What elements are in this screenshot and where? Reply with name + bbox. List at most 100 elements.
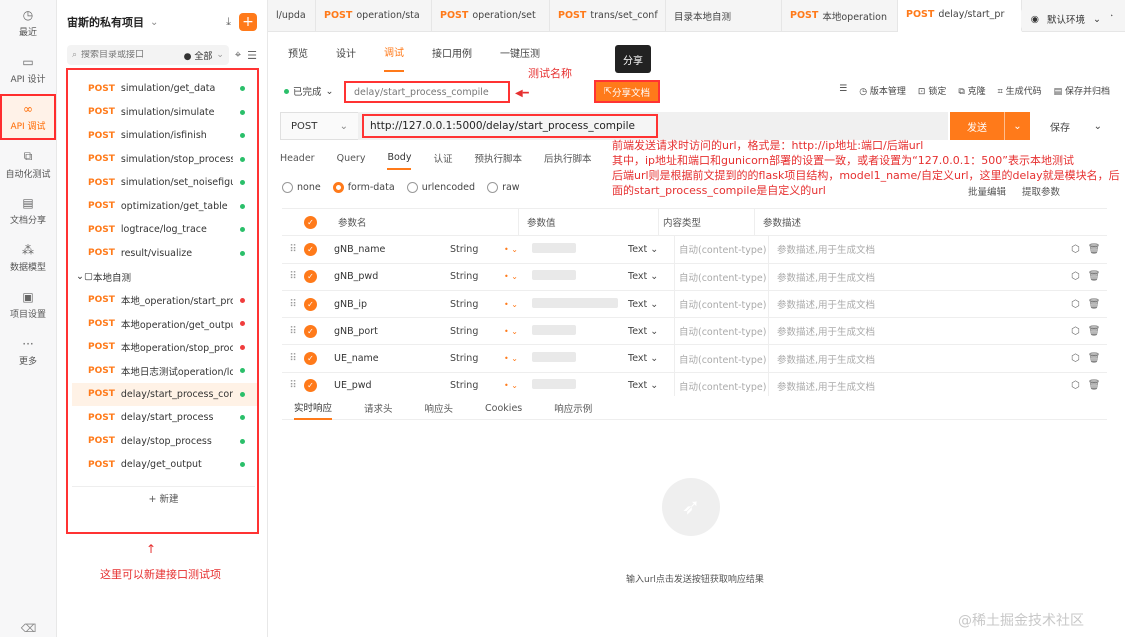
cube-icon[interactable]: ⬡ xyxy=(1071,299,1080,310)
import-icon[interactable]: ⤓ xyxy=(226,15,231,29)
type-chevron-icon[interactable]: • ⌄ xyxy=(504,245,532,254)
collapse-icon[interactable]: ☰ xyxy=(247,49,257,62)
content-type-input[interactable]: 自动(content-type) xyxy=(674,345,768,373)
save-button[interactable]: 保存 ⌄ xyxy=(1040,112,1112,140)
rail-item-folder[interactable]: ▣ 项目设置 xyxy=(0,282,56,328)
content-type-select[interactable]: Text ⌄ xyxy=(628,380,674,391)
cube-icon[interactable]: ⬡ xyxy=(1071,353,1080,364)
param-type[interactable]: String xyxy=(450,380,504,391)
content-type-input[interactable]: 自动(content-type) xyxy=(674,290,768,318)
cube-icon[interactable]: ⬡ xyxy=(1071,244,1080,255)
content-type-input[interactable]: 自动(content-type) xyxy=(674,317,768,345)
url-input[interactable]: http://127.0.0.1:5000/delay/start_proces… xyxy=(362,114,658,138)
subnav-tab-2[interactable]: 调试 xyxy=(384,32,404,72)
drag-handle-icon[interactable]: ⠿ xyxy=(282,271,304,282)
param-type[interactable]: String xyxy=(450,353,504,364)
list-item[interactable]: POST logtrace/log_trace xyxy=(72,218,257,242)
drag-handle-icon[interactable]: ⠿ xyxy=(282,353,304,364)
tool-history[interactable]: ◷ 版本管理 xyxy=(859,84,906,97)
content-type-select[interactable]: Text ⌄ xyxy=(628,326,674,337)
list-item[interactable]: POST simulation/stop_process xyxy=(72,148,257,172)
param-type[interactable]: String xyxy=(450,244,504,255)
rail-item-model[interactable]: ⁂ 数据模型 xyxy=(0,235,56,281)
tab-3[interactable]: POST trans/set_conf xyxy=(550,0,666,32)
delete-icon[interactable]: 🗑 xyxy=(1088,380,1101,391)
search-input[interactable] xyxy=(81,50,154,60)
response-tab-1[interactable]: 请求头 xyxy=(364,396,393,420)
content-type-input[interactable]: 自动(content-type) xyxy=(674,263,768,291)
method-select[interactable]: POST ⌄ xyxy=(280,112,358,140)
tool-lock[interactable]: ⊡ 锁定 xyxy=(918,84,946,97)
folder-item[interactable]: ⌄ ▢ 本地自测 xyxy=(72,265,257,289)
request-name-input[interactable]: delay/start_process_compile xyxy=(344,81,510,103)
list-item[interactable]: POST optimization/get_table xyxy=(72,195,257,219)
list-item[interactable]: POST delay/start_process_compile xyxy=(72,382,257,406)
rail-item-file[interactable]: ▭ API 设计 xyxy=(0,47,56,93)
status-select[interactable]: 已完成 ⌄ xyxy=(284,84,333,98)
list-item[interactable]: POST 本地operation/get_output xyxy=(72,312,257,336)
list-item[interactable]: POST simulation/isfinish xyxy=(72,124,257,148)
response-tab-0[interactable]: 实时响应 xyxy=(294,396,333,420)
align-icon[interactable]: ☰ xyxy=(839,84,847,97)
content-type-input[interactable]: 自动(content-type) xyxy=(674,235,768,263)
delete-icon[interactable]: 🗑 xyxy=(1088,244,1101,255)
tool-code[interactable]: ⌗ 生成代码 xyxy=(998,84,1042,97)
param-desc-input[interactable]: 参数描述,用于生成文档 xyxy=(768,345,1071,373)
row-checkbox[interactable]: ✓ xyxy=(304,242,317,256)
content-type-select[interactable]: Text ⌄ xyxy=(628,353,674,364)
subnav-tab-0[interactable]: 预览 xyxy=(288,32,308,72)
list-item[interactable]: POST 本地_operation/start_process xyxy=(72,289,257,313)
rail-item-flow[interactable]: ⧉ 自动化测试 xyxy=(0,141,56,187)
radio-urlencoded[interactable]: urlencoded xyxy=(406,182,475,193)
trash-icon[interactable]: ⌫ xyxy=(0,622,57,635)
tab-预执行脚本[interactable]: 预执行脚本 xyxy=(474,146,522,170)
env-select[interactable]: ◉ 默认环境 ⌄ xyxy=(1020,8,1111,30)
param-name[interactable]: UE_pwd xyxy=(334,380,450,391)
tool-clone[interactable]: ⧉ 克隆 xyxy=(958,84,985,97)
cube-icon[interactable]: ⬡ xyxy=(1071,380,1080,391)
chevron-down-icon[interactable]: ⌄ xyxy=(216,50,224,60)
drag-handle-icon[interactable]: ⠿ xyxy=(282,326,304,337)
delete-icon[interactable]: 🗑 xyxy=(1088,271,1101,282)
radio-none[interactable]: none xyxy=(282,182,321,193)
type-chevron-icon[interactable]: • ⌄ xyxy=(504,354,532,363)
chevron-down-icon[interactable]: ⌄ xyxy=(150,17,158,28)
url-field[interactable]: http://127.0.0.1:5000/delay/start_proces… xyxy=(358,112,948,140)
response-tab-2[interactable]: 响应头 xyxy=(425,396,454,420)
param-value[interactable] xyxy=(532,324,628,338)
row-checkbox[interactable]: ✓ xyxy=(304,352,317,366)
param-value[interactable] xyxy=(532,242,628,256)
param-type[interactable]: String xyxy=(450,326,504,337)
response-tab-4[interactable]: 响应示例 xyxy=(554,396,592,420)
select-all-checkbox[interactable]: ✓ xyxy=(304,215,317,229)
tab-认证[interactable]: 认证 xyxy=(433,146,452,170)
list-item[interactable]: POST simulation/set_noisefigure xyxy=(72,171,257,195)
rail-item-link[interactable]: ∞ API 调试 xyxy=(0,94,56,140)
rail-item-more[interactable]: ··· 更多 xyxy=(0,329,56,375)
list-item[interactable]: POST delay/start_process xyxy=(72,406,257,430)
row-checkbox[interactable]: ✓ xyxy=(304,297,317,311)
row-checkbox[interactable]: ✓ xyxy=(304,379,317,393)
list-item[interactable]: POST delay/stop_process xyxy=(72,430,257,454)
response-tab-3[interactable]: Cookies xyxy=(485,396,522,420)
tool-archive[interactable]: ▤ 保存并归档 xyxy=(1054,84,1110,97)
row-checkbox[interactable]: ✓ xyxy=(304,324,317,338)
list-item[interactable]: POST 本地operation/stop_process xyxy=(72,336,257,360)
param-value[interactable] xyxy=(532,270,628,283)
drag-handle-icon[interactable]: ⠿ xyxy=(282,244,304,255)
param-desc-input[interactable]: 参数描述,用于生成文档 xyxy=(768,263,1071,291)
chevron-down-icon[interactable]: ⌄ xyxy=(1005,121,1030,132)
filter-select[interactable]: ● 全部 xyxy=(184,49,213,62)
project-title[interactable]: 宙斯的私有项目 xyxy=(67,14,144,30)
rail-item-clock[interactable]: ◷ 最近 xyxy=(0,0,56,46)
list-item[interactable]: POST simulation/simulate xyxy=(72,101,257,125)
row-checkbox[interactable]: ✓ xyxy=(304,270,317,284)
tab-2[interactable]: POST operation/set xyxy=(432,0,550,32)
tab-1[interactable]: POST operation/sta xyxy=(316,0,432,32)
radio-raw[interactable]: raw xyxy=(487,182,520,193)
tab-5[interactable]: POST 本地operation xyxy=(782,0,898,32)
list-item[interactable]: POST result/visualize xyxy=(72,242,257,266)
subnav-tab-1[interactable]: 设计 xyxy=(336,32,356,72)
content-type-select[interactable]: Text ⌄ xyxy=(628,244,674,255)
list-item[interactable]: POST simulation/get_data xyxy=(72,77,257,101)
